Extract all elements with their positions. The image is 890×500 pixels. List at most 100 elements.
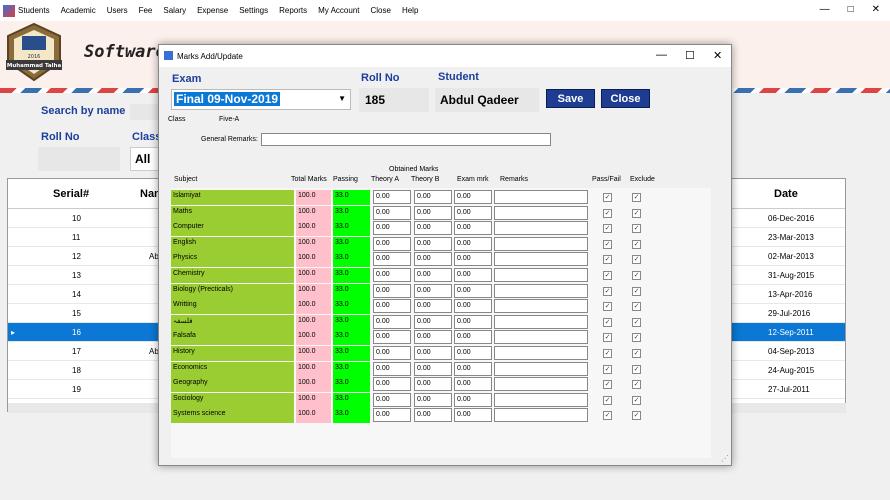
theory-b-input[interactable]: 0.00 (414, 299, 452, 314)
dialog-close-icon[interactable]: ✕ (713, 49, 722, 62)
cell-passing[interactable]: 33.0 (333, 236, 370, 252)
pass-fail-checkbox[interactable]: ✓ (603, 302, 612, 312)
search-input[interactable] (130, 104, 160, 120)
cell-passing[interactable]: 33.0 (333, 252, 370, 268)
remarks-input[interactable] (494, 361, 588, 376)
remarks-input[interactable] (494, 330, 588, 345)
exam-mark-input[interactable]: 0.00 (454, 252, 492, 267)
menu-close[interactable]: Close (371, 6, 391, 15)
pass-fail-checkbox[interactable]: ✓ (603, 411, 612, 421)
menu-expense[interactable]: Expense (197, 6, 228, 15)
exam-mark-input[interactable]: 0.00 (454, 314, 492, 329)
menu-salary[interactable]: Salary (163, 6, 186, 15)
cell-total-marks[interactable]: 100.0 (296, 283, 331, 299)
exclude-checkbox[interactable]: ✓ (632, 380, 641, 390)
menu-help[interactable]: Help (402, 6, 418, 15)
exam-mark-input[interactable]: 0.00 (454, 236, 492, 251)
pass-fail-checkbox[interactable]: ✓ (603, 286, 612, 296)
cell-passing[interactable]: 33.0 (333, 314, 370, 330)
pass-fail-checkbox[interactable]: ✓ (603, 349, 612, 358)
cell-passing[interactable]: 33.0 (333, 221, 370, 237)
cell-total-marks[interactable]: 100.0 (296, 377, 331, 393)
header-date[interactable]: Date (774, 188, 798, 200)
theory-a-input[interactable]: 0.00 (373, 221, 411, 236)
theory-b-input[interactable]: 0.00 (414, 392, 452, 407)
theory-a-input[interactable]: 0.00 (373, 314, 411, 329)
exclude-checkbox[interactable]: ✓ (632, 193, 641, 202)
menu-reports[interactable]: Reports (279, 6, 307, 15)
exclude-checkbox[interactable]: ✓ (632, 364, 641, 374)
theory-a-input[interactable]: 0.00 (373, 299, 411, 314)
cell-total-marks[interactable]: 100.0 (296, 205, 331, 221)
class-select[interactable]: All (130, 147, 160, 171)
theory-a-input[interactable]: 0.00 (373, 236, 411, 251)
exclude-checkbox[interactable]: ✓ (632, 302, 641, 312)
pass-fail-checkbox[interactable]: ✓ (603, 333, 612, 343)
exclude-checkbox[interactable]: ✓ (632, 411, 641, 421)
close-button[interactable]: Close (601, 89, 650, 108)
remarks-input[interactable] (494, 314, 588, 329)
theory-b-input[interactable]: 0.00 (414, 283, 452, 298)
cell-total-marks[interactable]: 100.0 (296, 361, 331, 377)
exam-select[interactable]: Final 09-Nov-2019 ▼ (171, 89, 351, 110)
exclude-checkbox[interactable]: ✓ (632, 255, 641, 265)
cell-passing[interactable]: 33.0 (333, 392, 370, 408)
cell-passing[interactable]: 33.0 (333, 299, 370, 315)
theory-a-input[interactable]: 0.00 (373, 190, 411, 204)
pass-fail-checkbox[interactable]: ✓ (603, 255, 612, 265)
exclude-checkbox[interactable]: ✓ (632, 224, 641, 234)
exam-mark-input[interactable]: 0.00 (454, 408, 492, 423)
cell-passing[interactable]: 33.0 (333, 361, 370, 377)
theory-b-input[interactable]: 0.00 (414, 346, 452, 360)
theory-a-input[interactable]: 0.00 (373, 268, 411, 282)
exam-mark-input[interactable]: 0.00 (454, 392, 492, 407)
theory-a-input[interactable]: 0.00 (373, 408, 411, 423)
dropdown-arrow-icon[interactable]: ▼ (338, 94, 346, 103)
cell-total-marks[interactable]: 100.0 (296, 190, 331, 205)
theory-b-input[interactable]: 0.00 (414, 236, 452, 251)
cell-total-marks[interactable]: 100.0 (296, 252, 331, 268)
cell-passing[interactable]: 33.0 (333, 190, 370, 205)
menu-settings[interactable]: Settings (239, 6, 268, 15)
exam-mark-input[interactable]: 0.00 (454, 221, 492, 236)
cell-total-marks[interactable]: 100.0 (296, 236, 331, 252)
pass-fail-checkbox[interactable]: ✓ (603, 224, 612, 234)
cell-total-marks[interactable]: 100.0 (296, 330, 331, 346)
dialog-maximize-icon[interactable]: ☐ (685, 49, 695, 62)
save-button[interactable]: Save (546, 89, 595, 108)
exam-mark-input[interactable]: 0.00 (454, 346, 492, 360)
pass-fail-checkbox[interactable]: ✓ (603, 364, 612, 374)
theory-b-input[interactable]: 0.00 (414, 361, 452, 376)
cell-total-marks[interactable]: 100.0 (296, 221, 331, 237)
exam-mark-input[interactable]: 0.00 (454, 190, 492, 204)
cell-passing[interactable]: 33.0 (333, 205, 370, 221)
exam-mark-input[interactable]: 0.00 (454, 283, 492, 298)
menu-fee[interactable]: Fee (139, 6, 153, 15)
exam-mark-input[interactable]: 0.00 (454, 361, 492, 376)
theory-b-input[interactable]: 0.00 (414, 268, 452, 282)
cell-total-marks[interactable]: 100.0 (296, 392, 331, 408)
cell-passing[interactable]: 33.0 (333, 408, 370, 424)
theory-b-input[interactable]: 0.00 (414, 205, 452, 220)
general-remarks-input[interactable] (261, 133, 551, 146)
exclude-checkbox[interactable]: ✓ (632, 333, 641, 343)
cell-total-marks[interactable]: 100.0 (296, 408, 331, 424)
remarks-input[interactable] (494, 377, 588, 392)
remarks-input[interactable] (494, 221, 588, 236)
resize-grip-icon[interactable]: ⋰ (721, 454, 729, 463)
close-icon[interactable]: ✕ (872, 4, 880, 15)
exam-mark-input[interactable]: 0.00 (454, 299, 492, 314)
exam-mark-input[interactable]: 0.00 (454, 377, 492, 392)
cell-passing[interactable]: 33.0 (333, 377, 370, 393)
cell-passing[interactable]: 33.0 (333, 346, 370, 361)
menu-students[interactable]: Students (18, 6, 50, 15)
exclude-checkbox[interactable]: ✓ (632, 317, 641, 327)
exclude-checkbox[interactable]: ✓ (632, 395, 641, 405)
remarks-input[interactable] (494, 190, 588, 204)
theory-b-input[interactable]: 0.00 (414, 408, 452, 423)
remarks-input[interactable] (494, 408, 588, 423)
menu-my-account[interactable]: My Account (318, 6, 359, 15)
theory-b-input[interactable]: 0.00 (414, 330, 452, 345)
theory-a-input[interactable]: 0.00 (373, 205, 411, 220)
cell-total-marks[interactable]: 100.0 (296, 314, 331, 330)
